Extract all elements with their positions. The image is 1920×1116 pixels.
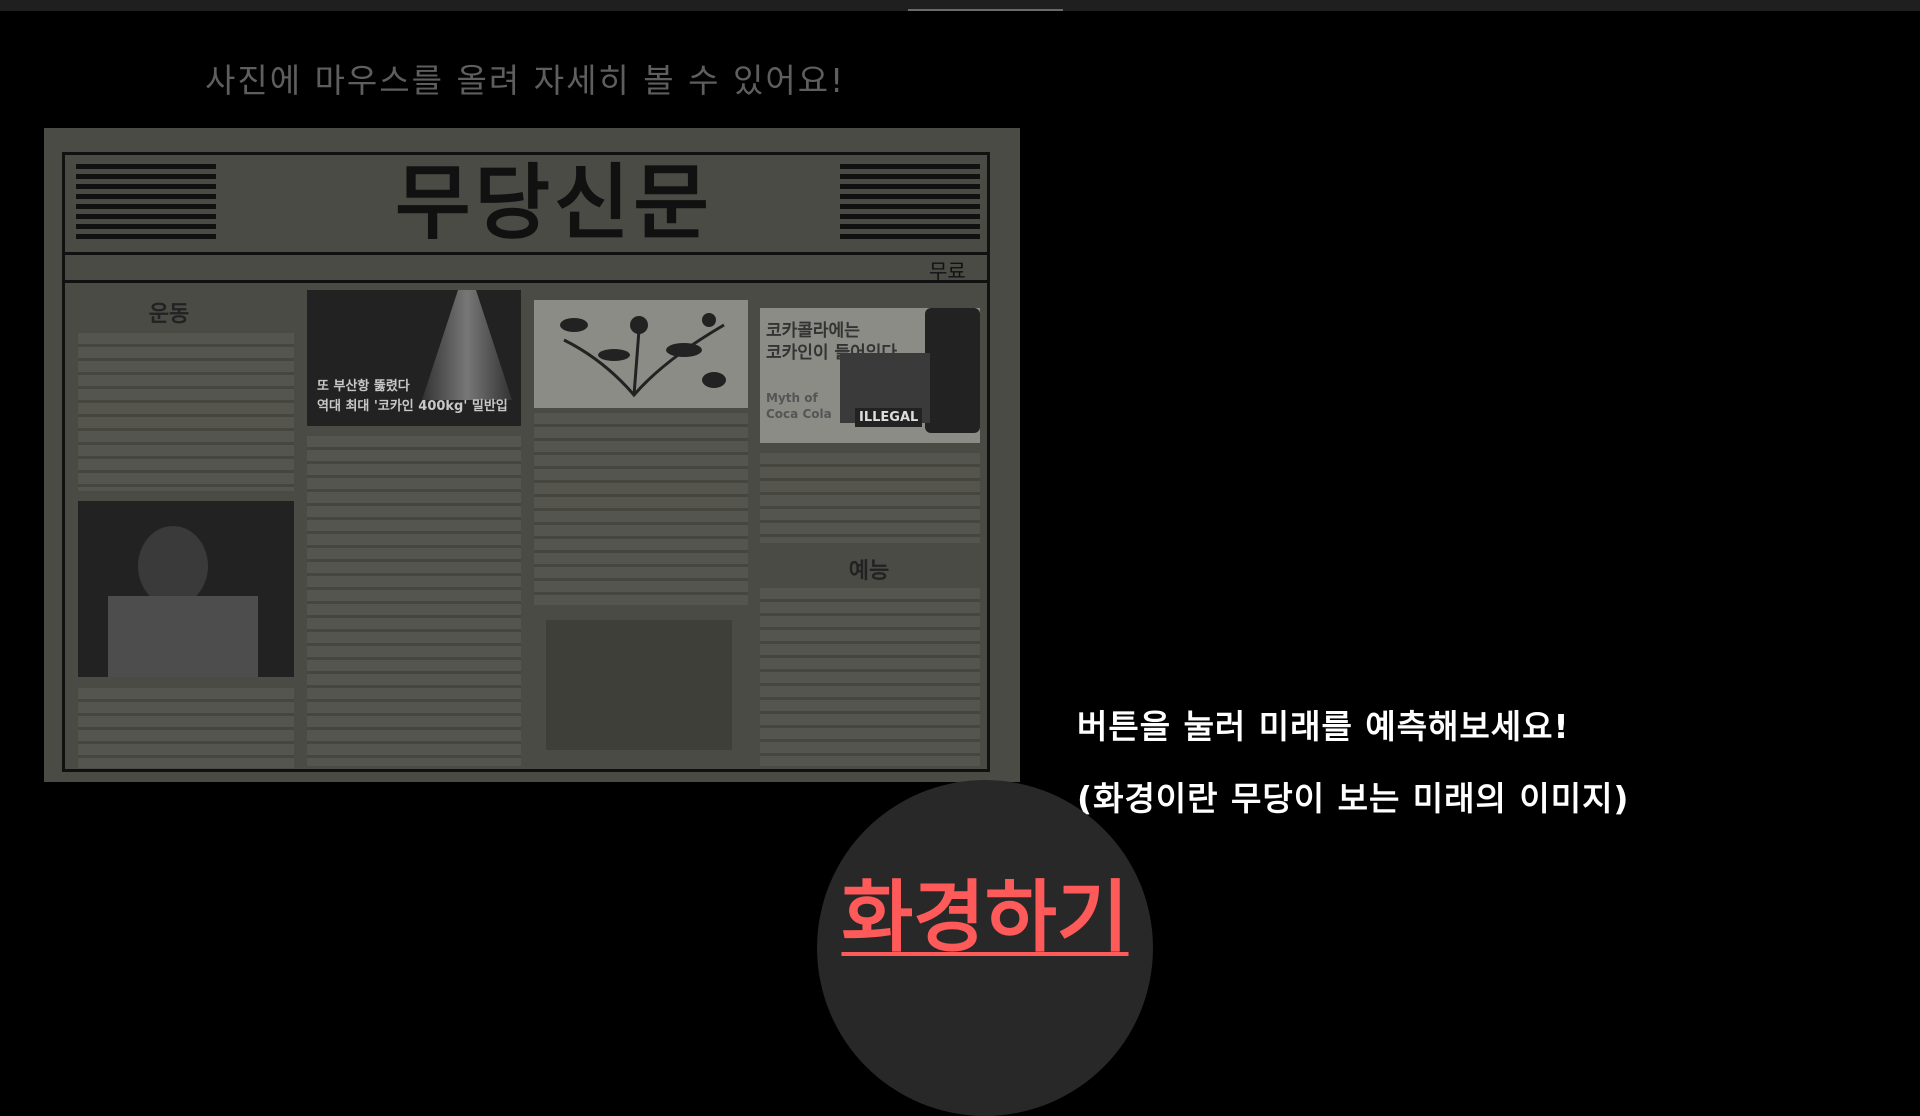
advertisement-box xyxy=(546,620,732,750)
sports-photo xyxy=(78,501,294,677)
price-divider xyxy=(62,280,990,283)
illegal-badge: ILLEGAL xyxy=(855,408,923,427)
prompt-line-1: 버튼을 눌러 미래를 예측해보세요! xyxy=(1077,707,1570,746)
port-subheadline: 역대 최대 '코카인 400kg' 밀반입 xyxy=(317,399,508,414)
article-text-col2 xyxy=(307,436,521,766)
plant-illustration xyxy=(534,300,748,408)
prompt-line-2: (화경이란 무당이 보는 미래의 이미지) xyxy=(1077,779,1630,818)
masthead-stripes-left xyxy=(76,164,216,244)
article-text-sports xyxy=(78,333,294,491)
cola-sub-2: Coca Cola xyxy=(766,407,832,421)
hwagyeong-button[interactable]: 화경하기 xyxy=(817,780,1153,1116)
cola-photo: 코카콜라에는 코카인이 들어있다 Myth of Coca Cola ILLEG… xyxy=(760,308,980,443)
section-sports: 운동 xyxy=(148,302,190,327)
masthead-divider xyxy=(62,252,990,255)
article-text-entertainment xyxy=(760,588,980,766)
article-text-col3 xyxy=(534,413,748,605)
top-bar xyxy=(0,0,1920,11)
cola-sub-1: Myth of xyxy=(766,391,818,405)
article-text-sports-2 xyxy=(78,688,294,768)
hwagyeong-button-label[interactable]: 화경하기 xyxy=(817,873,1153,963)
tab-indicator xyxy=(908,9,1063,11)
newspaper-image[interactable]: 무당신문 무료 운동 또 부산항 뚫렸다 역대 최대 '코카인 400kg' 밀… xyxy=(44,128,1020,782)
section-entertainment: 예능 xyxy=(848,559,890,584)
news-photo-port: 또 부산항 뚫렸다 역대 최대 '코카인 400kg' 밀반입 xyxy=(307,290,521,426)
hover-hint: 사진에 마우스를 올려 자세히 볼 수 있어요! xyxy=(205,61,846,100)
newspaper-title: 무당신문 xyxy=(395,156,713,251)
masthead-stripes-right xyxy=(840,164,980,244)
article-text-col4 xyxy=(760,453,980,543)
port-headline: 또 부산항 뚫렸다 xyxy=(317,379,410,394)
